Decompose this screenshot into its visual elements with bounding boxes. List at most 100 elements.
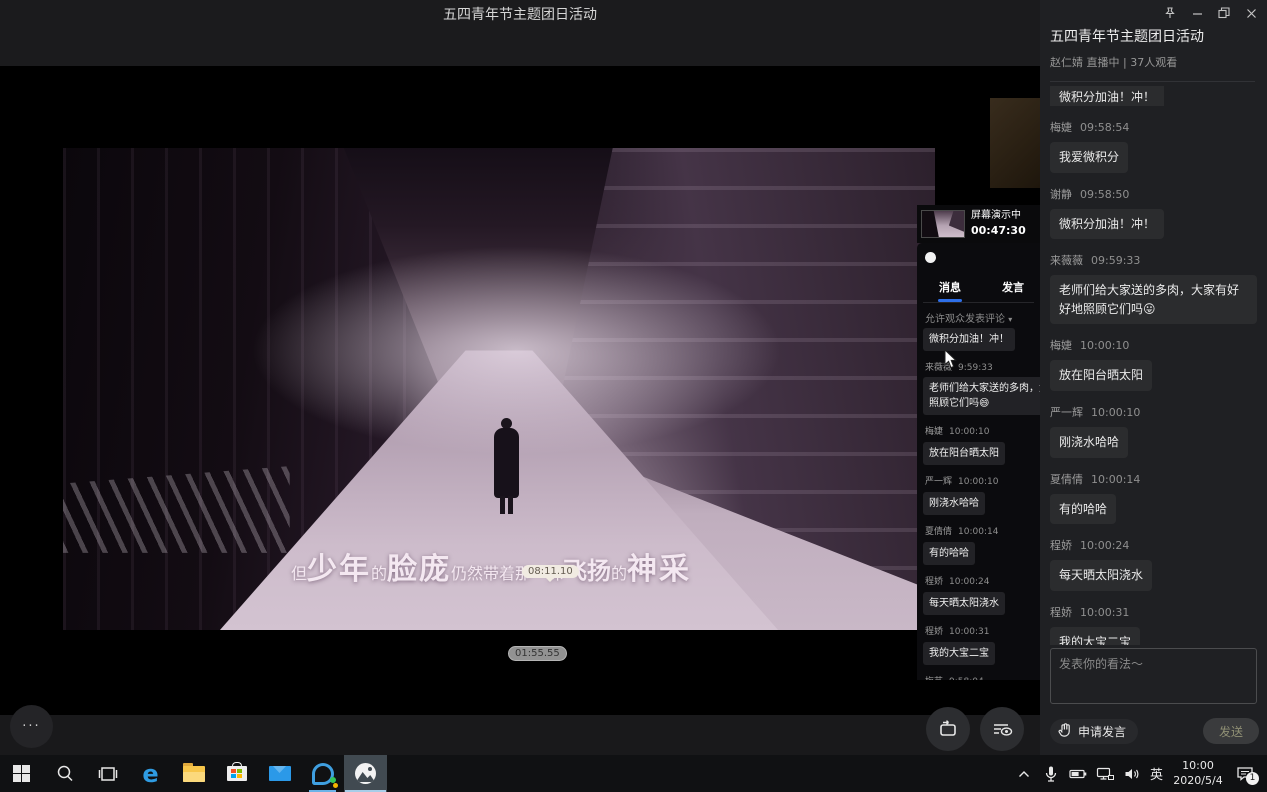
close-icon[interactable] (1245, 7, 1257, 19)
list-eye-icon (991, 720, 1013, 738)
scene-person-silhouette (494, 418, 519, 514)
video-stage: 但少年的脸庞仍然带着那一抹飞扬的神采 08:11.10 01:55.55 屏幕演… (0, 66, 1040, 755)
windows-logo-icon (13, 765, 30, 782)
taskbar-meeting-app-button[interactable] (301, 755, 344, 792)
message-bubble: 放在阳台晒太阳 (923, 442, 1005, 465)
message-meta: 梅婕09:58:54 (1050, 119, 1257, 135)
switch-view-icon (937, 719, 959, 739)
main-titlebar: 五四青年节主题团日活动 (0, 0, 1040, 66)
edge-icon: e (142, 762, 158, 786)
task-view-button[interactable] (86, 755, 129, 792)
ellipsis-icon: ··· (22, 719, 40, 734)
message-meta: 夏倩倩10:00:14 (925, 524, 1040, 537)
clock-time: 10:00 (1172, 759, 1224, 774)
share-status-label: 屏幕演示中 (971, 209, 1026, 224)
video-frame: 但少年的脸庞仍然带着那一抹飞扬的神采 08:11.10 (63, 148, 935, 630)
message-bubble: 放在阳台晒太阳 (1050, 360, 1152, 391)
overlay-partial-bubble: 微积分加油！冲！ (923, 328, 1015, 351)
more-options-button[interactable]: ··· (10, 705, 53, 748)
chat-bubble-app-icon (312, 763, 334, 785)
taskbar-mail-button[interactable] (258, 755, 301, 792)
mouse-cursor (944, 349, 957, 369)
taskbar-explorer-button[interactable] (172, 755, 215, 792)
stage-bottom-bar (0, 715, 1040, 755)
speaker-icon[interactable] (1123, 764, 1141, 784)
hidden-icons-chevron[interactable] (1015, 764, 1033, 784)
live-side-panel: 五四青年节主题团日活动 赵仁婧 直播中 | 37人观看 微积分加油！冲！ 梅婕0… (1040, 0, 1267, 755)
message-meta: 严一辉10:00:10 (925, 474, 1040, 487)
message-bubble: 刚浇水哈哈 (1050, 427, 1128, 458)
chat-message-list[interactable]: 微积分加油！冲！ 梅婕09:58:54 我爱微积分 谢静09:58:50 微积分… (1040, 80, 1267, 645)
taskbar-store-button[interactable] (215, 755, 258, 792)
message-bubble: 每天晒太阳浇水 (1050, 560, 1152, 591)
switch-view-button[interactable] (926, 707, 970, 751)
photos-app-icon (355, 763, 376, 784)
message-meta: 梅婕10:00:10 (925, 424, 1040, 437)
network-icon[interactable] (1096, 764, 1114, 784)
watch-list-button[interactable] (980, 707, 1024, 751)
pin-icon[interactable] (1164, 7, 1176, 19)
action-center-button[interactable]: 1 (1233, 763, 1257, 785)
send-button[interactable]: 发送 (1203, 718, 1259, 744)
system-tray: 英 10:00 2020/5/4 1 (1015, 755, 1267, 792)
tab-speak[interactable]: 发言 (1002, 279, 1024, 302)
message-bubble: 老师们给大家送的多肉，大照顾它们吗😄 (923, 377, 1040, 415)
chevron-down-icon: ▾ (1008, 315, 1012, 324)
microsoft-store-icon (227, 766, 247, 781)
overlay-tabs: 消息 发言 (939, 279, 1024, 302)
playback-timestamp-badge: 01:55.55 (508, 646, 567, 661)
battery-icon[interactable] (1069, 764, 1087, 784)
request-speak-button[interactable]: 申请发言 (1050, 719, 1138, 744)
start-button[interactable] (0, 755, 43, 792)
restore-icon[interactable] (1218, 7, 1230, 19)
message-meta: 程娇10:00:31 (925, 624, 1040, 637)
video-subtitle: 但少年的脸庞仍然带着那一抹飞扬的神采 (291, 544, 691, 588)
clock-date: 2020/5/4 (1172, 774, 1224, 789)
message-bubble: 微积分加油！冲！ (1050, 209, 1164, 240)
main-window-title: 五四青年节主题团日活动 (0, 0, 1040, 24)
message-meta: 程娇10:00:24 (925, 574, 1040, 587)
message-meta: 严一辉10:00:10 (1050, 404, 1257, 420)
raise-hand-icon (1058, 723, 1073, 739)
message-bubble: 微积分加油！冲！ (1050, 86, 1164, 106)
comment-input[interactable] (1050, 648, 1257, 704)
taskbar-search-button[interactable] (43, 755, 86, 792)
minimize-icon[interactable] (1191, 7, 1203, 19)
message-bubble: 我的大宝二宝 (1050, 627, 1140, 645)
windows-taskbar: e (0, 755, 1267, 792)
overlay-divider (923, 302, 1034, 303)
message-meta: 梅艺9:58:04 (925, 674, 1040, 680)
clipped-message: 微积分加油！冲！ (1050, 86, 1257, 106)
task-view-icon (98, 764, 118, 784)
message-meta: 来薇薇09:59:33 (1050, 252, 1257, 268)
overlay-message-list[interactable]: 微积分加油！冲！ 来薇薇9:59:33 老师们给大家送的多肉，大照顾它们吗😄 梅… (923, 327, 1040, 680)
message-meta: 来薇薇9:59:33 (925, 360, 1040, 373)
message-bubble: 老师们给大家送的多肉，大家有好好地照顾它们吗😛 (1050, 275, 1257, 324)
message-bubble: 我的大宝二宝 (923, 642, 995, 665)
chat-overlay-panel: 消息 发言 允许观众发表评论 ▾ 微积分加油！冲！ 来薇薇9:59:33 老师们… (917, 243, 1040, 680)
taskbar-clock[interactable]: 10:00 2020/5/4 (1172, 759, 1224, 789)
notification-badge: 1 (1246, 772, 1259, 785)
message-bubble: 刚浇水哈哈 (923, 492, 985, 515)
mail-icon (269, 766, 291, 781)
message-bubble: 有的哈哈 (923, 542, 975, 565)
taskbar-active-app-button[interactable] (344, 755, 387, 792)
message-meta: 程娇10:00:31 (1050, 604, 1257, 620)
message-meta: 程娇10:00:24 (1050, 537, 1257, 553)
taskbar-edge-button[interactable]: e (129, 755, 172, 792)
live-title: 五四青年节主题团日活动 (1050, 26, 1255, 46)
ime-indicator[interactable]: 英 (1150, 764, 1163, 783)
live-host-status: 赵仁婧 直播中 | 37人观看 (1050, 54, 1255, 70)
record-dot-icon (925, 252, 936, 263)
share-preview-thumbnail (921, 210, 965, 238)
app-root: 五四青年节主题团日活动 但少年的脸庞仍然带着那一抹飞扬的神采 08:11.10 … (0, 0, 1267, 792)
panel-window-controls (1164, 7, 1257, 19)
file-explorer-icon (183, 766, 205, 782)
message-bubble: 我爱微积分 (1050, 142, 1128, 173)
allow-comments-dropdown[interactable]: 允许观众发表评论 ▾ (925, 310, 1040, 325)
tab-messages[interactable]: 消息 (939, 279, 961, 302)
message-meta: 夏倩倩10:00:14 (1050, 471, 1257, 487)
message-bubble: 每天晒太阳浇水 (923, 592, 1005, 615)
screen-share-indicator[interactable]: 屏幕演示中 00:47:30 (917, 205, 1040, 243)
microphone-icon[interactable] (1042, 764, 1060, 784)
